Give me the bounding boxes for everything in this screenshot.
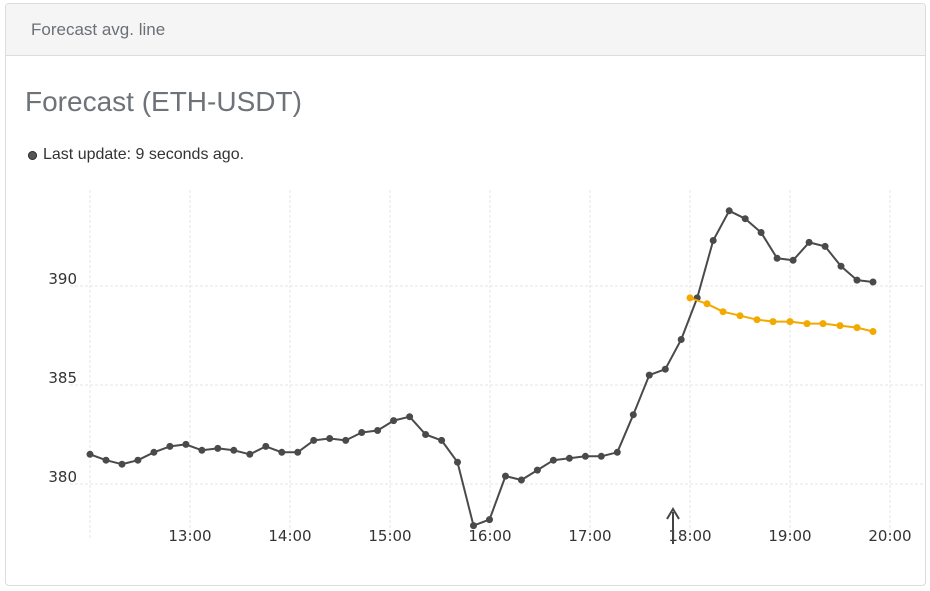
price-point [166, 442, 174, 450]
price-point [134, 456, 142, 464]
price-point [118, 460, 126, 468]
forecast-point [853, 324, 861, 332]
price-point [374, 427, 382, 434]
x-tick-label: 17:00 [568, 527, 611, 545]
forecast-point [686, 294, 694, 302]
forecast-point [803, 320, 811, 328]
x-tick-label: 19:00 [768, 527, 811, 545]
forecast-point [736, 312, 744, 320]
price-point [789, 256, 797, 264]
forecast-line-chart: 380 385 390 13:00 14:00 15:00 16:00 17:00 18:00 1… [48, 190, 925, 545]
price-point [502, 472, 509, 480]
price-point [837, 262, 845, 270]
price-point [150, 448, 158, 456]
price-point [517, 476, 525, 484]
price-point [470, 522, 477, 530]
x-tick-label: 20:00 [868, 527, 911, 545]
price-series-line [89, 209, 874, 527]
price-point [533, 466, 541, 474]
forecast-point [836, 322, 844, 330]
price-point [709, 237, 717, 244]
price-point [613, 448, 621, 456]
price-point [725, 207, 733, 215]
price-point [294, 448, 302, 456]
price-point [262, 442, 270, 450]
forecast-point [869, 328, 877, 335]
price-point [198, 446, 206, 454]
price-point [645, 371, 653, 379]
price-point [438, 436, 446, 444]
x-tick-label: 16:00 [468, 527, 511, 545]
price-point [597, 452, 605, 460]
price-point [486, 516, 493, 524]
price-point [661, 365, 669, 373]
x-tick-label: 14:00 [268, 527, 311, 545]
price-point [102, 456, 110, 464]
price-point [422, 431, 430, 438]
price-point [821, 242, 829, 250]
price-point [278, 448, 286, 456]
price-point [214, 444, 222, 452]
price-point [406, 413, 414, 421]
price-point [454, 458, 461, 466]
y-tick-label: 385 [48, 369, 77, 387]
price-point [182, 440, 190, 448]
price-point [853, 276, 861, 284]
forecast-point [753, 316, 761, 324]
price-point [581, 452, 589, 460]
forecast-series-line [689, 296, 874, 333]
price-point [390, 417, 398, 425]
price-point [677, 336, 685, 343]
price-point [757, 229, 765, 236]
price-point [773, 254, 781, 262]
price-point [246, 450, 254, 458]
price-point [310, 436, 318, 444]
forecast-point [703, 300, 711, 308]
y-tick-label: 390 [48, 270, 77, 288]
price-point [358, 429, 366, 436]
price-point [230, 446, 238, 454]
forecast-point [786, 318, 794, 326]
forecast-point [719, 308, 727, 316]
x-tick-label: 13:00 [168, 527, 211, 545]
price-point [741, 215, 749, 223]
price-point [565, 454, 573, 462]
price-point [342, 436, 350, 444]
price-point [549, 456, 557, 464]
price-point [326, 435, 334, 442]
price-point [86, 450, 94, 458]
price-point [869, 278, 877, 286]
forecast-point [769, 318, 777, 326]
x-tick-label: 15:00 [368, 527, 411, 545]
forecast-point [819, 320, 827, 328]
y-tick-label: 380 [48, 468, 77, 486]
price-point [805, 238, 813, 246]
x-tick-label: 18:00 [668, 527, 711, 545]
price-point [629, 411, 637, 419]
